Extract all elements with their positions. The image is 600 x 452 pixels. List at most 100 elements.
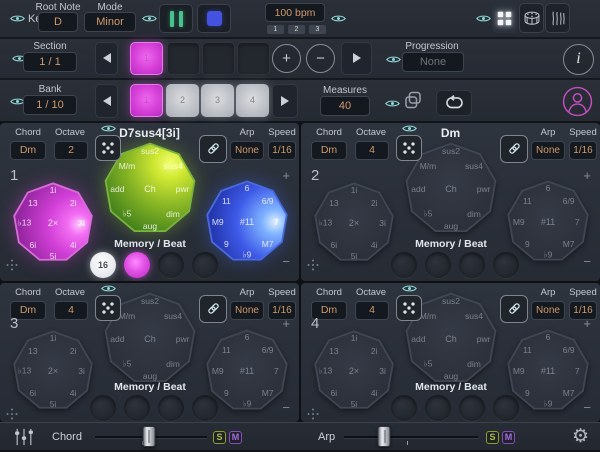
section-slot-1[interactable]: 1 — [130, 42, 163, 75]
randomize-dice-button[interactable] — [396, 135, 422, 161]
bank-counter[interactable]: 1 / 10 — [23, 95, 77, 115]
bpm-display[interactable]: 100 bpm — [265, 3, 325, 22]
panel-arp-select[interactable]: None — [230, 141, 264, 160]
bank-slot-4[interactable]: 4 — [236, 84, 269, 117]
pad-extensions[interactable]: 66/97M7♭99M911#11 — [505, 179, 591, 265]
root-note-select[interactable]: D — [38, 12, 78, 32]
chord-slider[interactable] — [95, 423, 207, 452]
mode-select[interactable]: Minor — [84, 12, 136, 32]
panel-eye-icon[interactable] — [101, 124, 116, 133]
bank-slot-1[interactable]: 1 — [130, 84, 163, 117]
panel-speed-select[interactable]: 1/16 — [268, 301, 296, 320]
bpm-preset-2[interactable]: 2 — [288, 25, 305, 34]
link-button[interactable] — [500, 295, 528, 323]
mixer-icon[interactable] — [13, 427, 35, 452]
panel-eye-icon[interactable] — [101, 284, 116, 293]
info-button[interactable]: i — [563, 44, 594, 75]
pad-intervals[interactable]: 1i2i3i4i5i6i♭13132× — [312, 329, 396, 413]
pause-button[interactable] — [159, 4, 193, 33]
memory-slot-4[interactable] — [493, 252, 519, 278]
chord-mute-button[interactable]: M — [229, 431, 242, 444]
panel-chord-select[interactable]: Dm — [10, 141, 46, 160]
zoom-out-minus[interactable]: − — [282, 401, 290, 414]
memory-slot-3[interactable] — [158, 395, 184, 421]
section-remove-button[interactable]: − — [306, 44, 335, 73]
memory-slot-3[interactable] — [459, 252, 485, 278]
loop-button[interactable] — [436, 90, 472, 116]
link-button[interactable] — [500, 135, 528, 163]
link-button[interactable] — [199, 135, 227, 163]
memory-slot-1[interactable]: 16 — [90, 252, 116, 278]
account-button[interactable] — [562, 86, 593, 122]
settings-gear-icon[interactable]: ⚙ — [572, 427, 589, 446]
section-slot-4[interactable] — [237, 42, 270, 75]
stop-button[interactable] — [197, 4, 231, 33]
bank-slot-2[interactable]: 2 — [166, 84, 199, 117]
section-next-button[interactable] — [341, 42, 372, 75]
measures-value[interactable]: 40 — [320, 96, 370, 116]
zoom-out-minus[interactable]: − — [583, 255, 591, 268]
arp-solo-button[interactable]: S — [486, 431, 499, 444]
randomize-dice-button[interactable] — [95, 135, 121, 161]
bank-slot-3[interactable]: 3 — [201, 84, 234, 117]
randomize-dice-button[interactable] — [95, 295, 121, 321]
arp-slider-handle[interactable] — [378, 426, 391, 447]
chord-slider-handle[interactable] — [142, 426, 155, 447]
memory-slot-2[interactable] — [425, 252, 451, 278]
panel-octave-select[interactable]: 4 — [355, 141, 389, 160]
bpm-preset-3[interactable]: 3 — [309, 25, 326, 34]
memory-slot-4[interactable] — [493, 395, 519, 421]
memory-slot-1[interactable] — [90, 395, 116, 421]
memory-slot-3[interactable] — [158, 252, 184, 278]
arp-mute-button[interactable]: M — [502, 431, 515, 444]
drum-view-button[interactable] — [519, 3, 544, 33]
pad-intervals[interactable]: 1i2i3i4i5i6i♭13132× — [11, 329, 95, 413]
link-button[interactable] — [199, 295, 227, 323]
zoom-out-minus[interactable]: − — [282, 255, 290, 268]
section-slot-2[interactable] — [167, 42, 200, 75]
memory-slot-4[interactable] — [192, 252, 218, 278]
section-counter[interactable]: 1 / 1 — [23, 52, 77, 72]
memory-slot-2[interactable] — [425, 395, 451, 421]
key-visibility-eye-icon[interactable] — [10, 14, 25, 23]
progression-select[interactable]: None — [402, 52, 464, 72]
panel-octave-select[interactable]: 2 — [54, 141, 88, 160]
panel-arp-select[interactable]: None — [531, 301, 565, 320]
memory-slot-4[interactable] — [192, 395, 218, 421]
panel-octave-select[interactable]: 4 — [355, 301, 389, 320]
progression-eye-icon[interactable] — [386, 55, 401, 64]
memory-slot-1[interactable] — [391, 395, 417, 421]
memory-slot-2[interactable] — [124, 395, 150, 421]
grid-view-button[interactable] — [492, 3, 517, 33]
zoom-in-plus[interactable]: + — [583, 169, 591, 182]
panel-speed-select[interactable]: 1/16 — [569, 141, 597, 160]
section-slot-3[interactable] — [202, 42, 235, 75]
pad-move-icon[interactable] — [6, 258, 18, 276]
pad-move-icon[interactable] — [307, 258, 319, 276]
pad-extensions[interactable]: 66/97M7♭99M911#11 — [204, 328, 290, 414]
panel-arp-select[interactable]: None — [230, 301, 264, 320]
strings-view-button[interactable] — [545, 3, 570, 33]
transport-eye-icon[interactable] — [142, 14, 157, 23]
pad-move-icon[interactable] — [6, 407, 18, 422]
panel-octave-select[interactable]: 4 — [54, 301, 88, 320]
pad-extensions[interactable]: 66/97M7♭99M911#11 — [204, 179, 290, 265]
bank-next-button[interactable] — [272, 84, 298, 118]
panel-chord-select[interactable]: Dm — [311, 141, 347, 160]
arp-slider[interactable] — [344, 423, 478, 452]
copy-button[interactable] — [403, 90, 423, 115]
measures-eye-icon[interactable] — [385, 99, 400, 108]
bpm-preset-1[interactable]: 1 — [267, 25, 284, 34]
pad-extensions[interactable]: 66/97M7♭99M911#11 — [505, 328, 591, 414]
memory-slot-3[interactable] — [459, 395, 485, 421]
zoom-out-minus[interactable]: − — [583, 401, 591, 414]
panel-eye-icon[interactable] — [402, 124, 417, 133]
panel-arp-select[interactable]: None — [531, 141, 565, 160]
bpm-eye-icon[interactable] — [331, 14, 346, 23]
section-add-button[interactable]: + — [272, 44, 301, 73]
zoom-in-plus[interactable]: + — [282, 169, 290, 182]
panel-speed-select[interactable]: 1/16 — [268, 141, 296, 160]
section-prev-button[interactable] — [95, 42, 118, 75]
randomize-dice-button[interactable] — [396, 295, 422, 321]
pad-intervals[interactable]: 1i2i3i4i5i6i♭13132× — [312, 181, 396, 265]
